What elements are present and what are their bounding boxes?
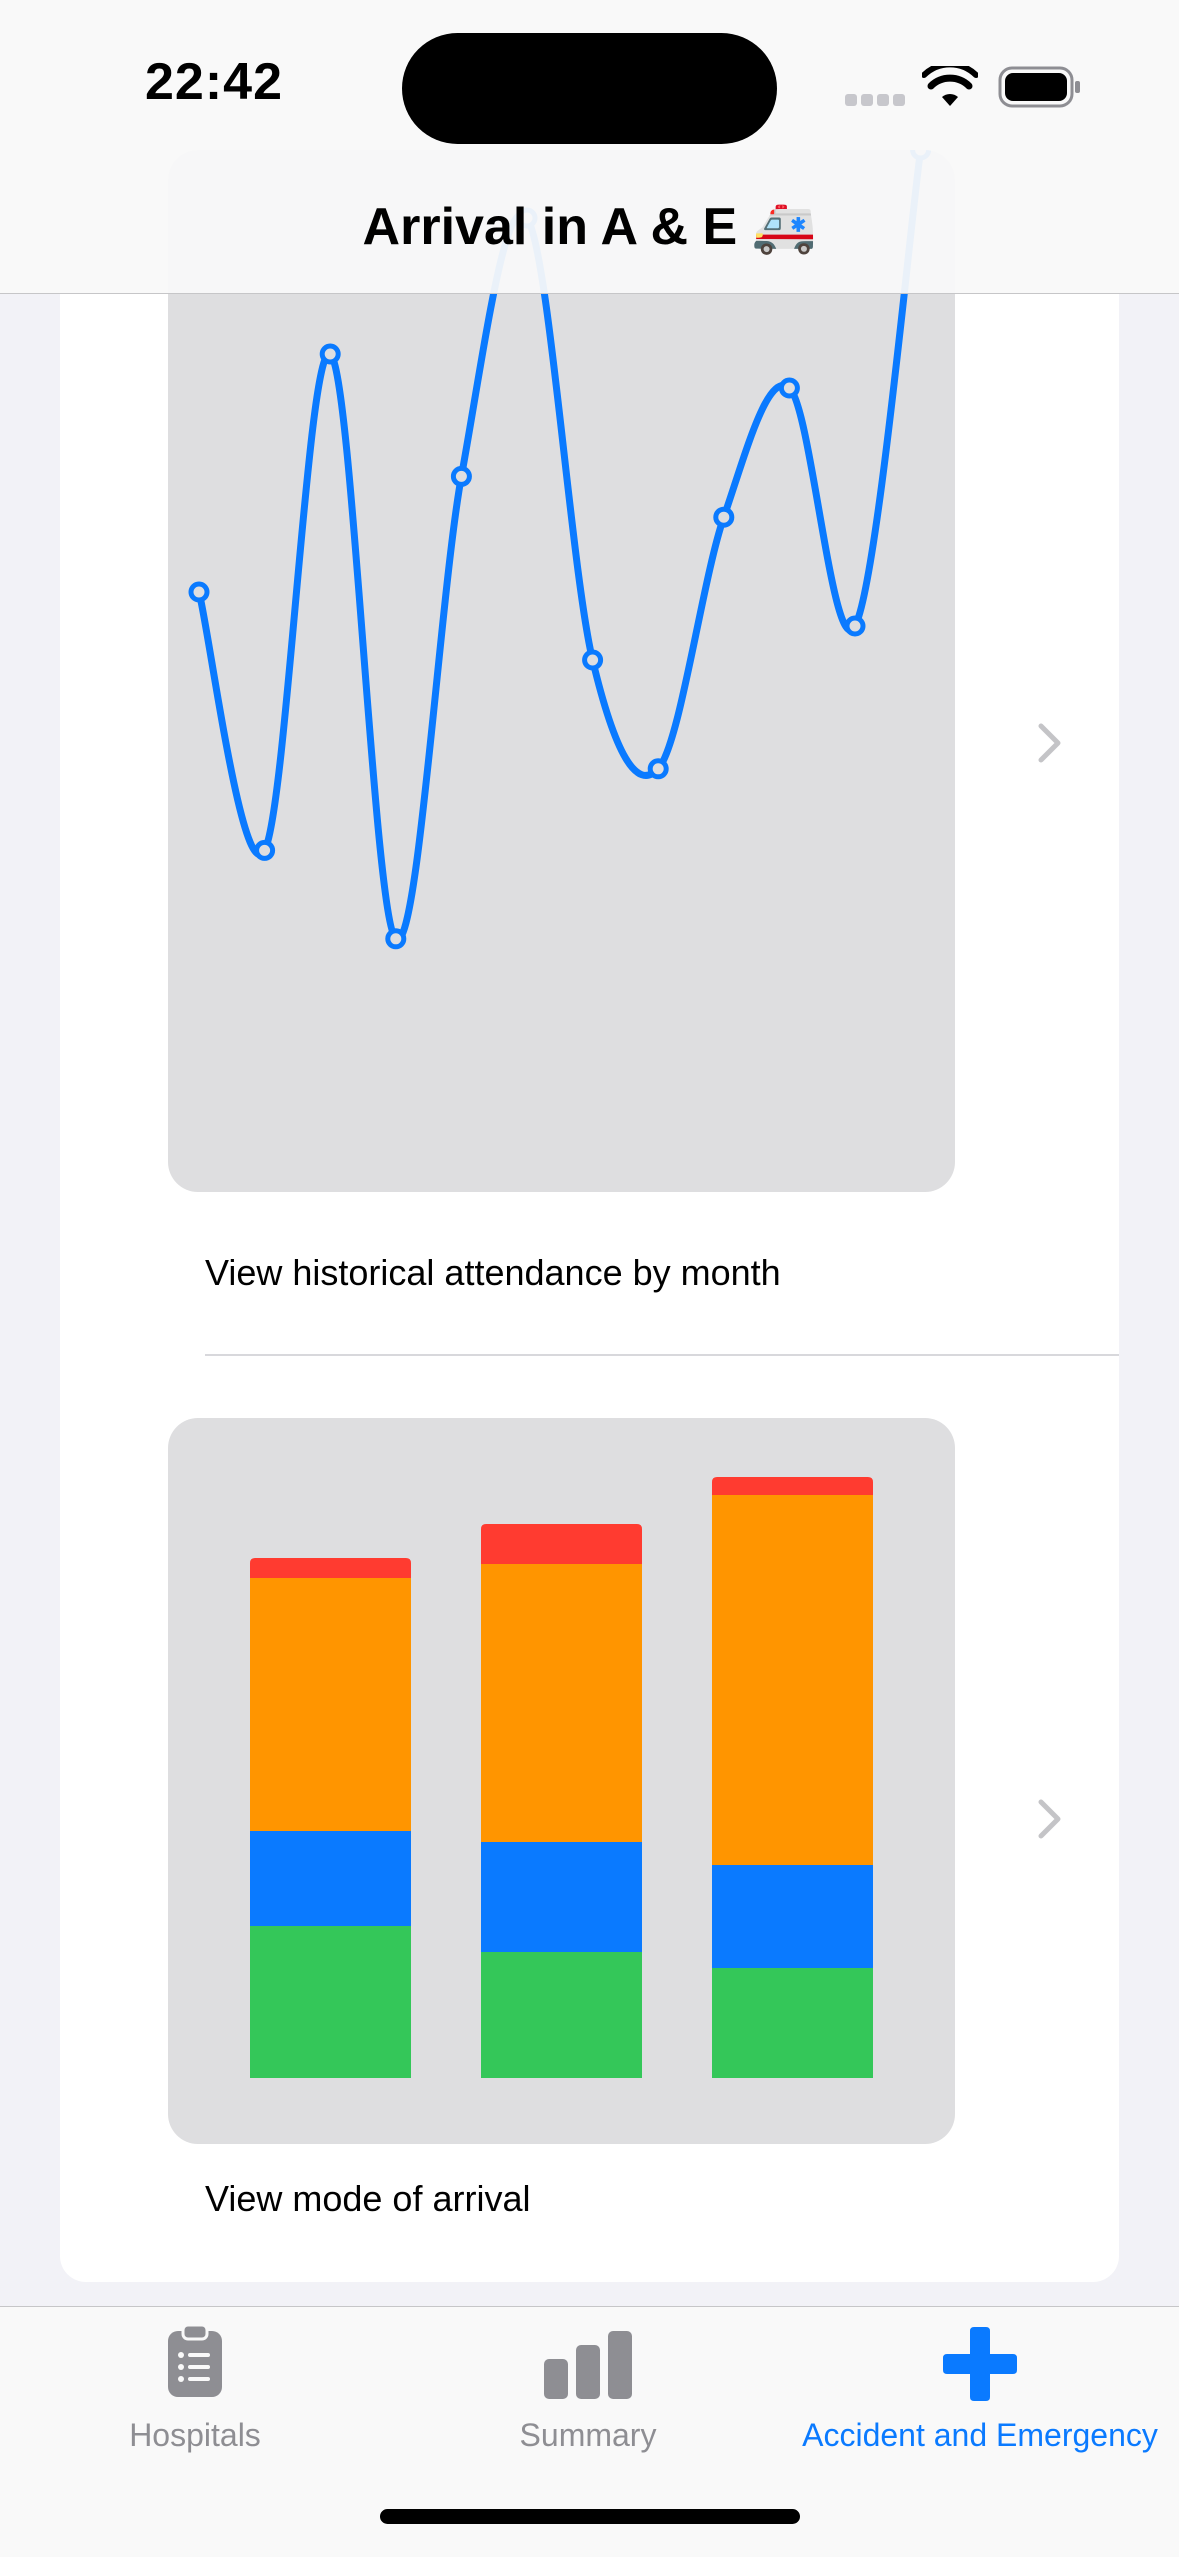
tab-accident-and-emergency-label: Accident and Emergency: [802, 2417, 1158, 2453]
historical-attendance-label: View historical attendance by month: [205, 1252, 781, 1293]
attendance-point-3: [319, 343, 341, 365]
battery-icon: [998, 66, 1080, 108]
bar-3-segment-2: [712, 1865, 873, 1968]
bar-2-segment-4: [481, 1524, 642, 1564]
attendance-point-11: [844, 615, 866, 637]
bar-3-segment-4: [712, 1477, 873, 1495]
attendance-point-4: [385, 928, 407, 950]
bar-1-segment-4: [250, 1558, 411, 1578]
attendance-point-9: [713, 506, 735, 528]
attendance-point-5: [450, 465, 472, 487]
home-indicator: [380, 2509, 800, 2524]
cross-icon: [943, 2327, 1017, 2401]
bar-2-segment-3: [481, 1564, 642, 1842]
mode-of-arrival-bar-chart: [168, 1418, 955, 2144]
mode-of-arrival-row[interactable]: View mode of arrival: [60, 1356, 1119, 2256]
chevron-right-icon: [1038, 1799, 1061, 1839]
bar-1-segment-1: [250, 1926, 411, 2078]
mode-of-arrival-label: View mode of arrival: [205, 2178, 531, 2219]
bar-3-segment-3: [712, 1495, 873, 1865]
bar-2-segment-2: [481, 1842, 642, 1952]
scroll-content[interactable]: View historical attendance by month View…: [0, 0, 1179, 2556]
attendance-point-10: [778, 377, 800, 399]
tab-hospitals[interactable]: Hospitals: [95, 2307, 295, 2467]
chevron-right-icon: [1038, 723, 1061, 763]
page-title: Arrival in A & E 🚑: [362, 198, 817, 256]
historical-attendance-row[interactable]: View historical attendance by month: [60, 150, 1119, 1354]
bar-1-segment-3: [250, 1578, 411, 1831]
attendance-point-7: [582, 649, 604, 671]
attendance-point-1: [188, 581, 210, 603]
tab-summary-label: Summary: [519, 2417, 657, 2453]
status-time: 22:42: [145, 53, 283, 111]
bar-1-segment-2: [250, 1831, 411, 1926]
attendance-point-8: [647, 758, 669, 780]
status-bar: 22:42: [0, 0, 1179, 160]
tab-summary[interactable]: Summary: [488, 2307, 688, 2467]
bar-3-segment-1: [712, 1968, 873, 2078]
attendance-line-chart: [168, 150, 955, 1192]
bar-2-segment-1: [481, 1952, 642, 2078]
bar-chart-svg: [250, 1477, 873, 2078]
wifi-icon: [922, 66, 978, 106]
bar-chart-icon: [544, 2331, 632, 2399]
dynamic-island: [402, 33, 777, 144]
tab-accident-and-emergency[interactable]: Accident and Emergency: [790, 2307, 1170, 2467]
clipboard-icon: [168, 2323, 222, 2397]
line-chart-svg: [188, 150, 932, 950]
tab-hospitals-label: Hospitals: [129, 2417, 261, 2453]
attendance-point-2: [254, 839, 276, 861]
